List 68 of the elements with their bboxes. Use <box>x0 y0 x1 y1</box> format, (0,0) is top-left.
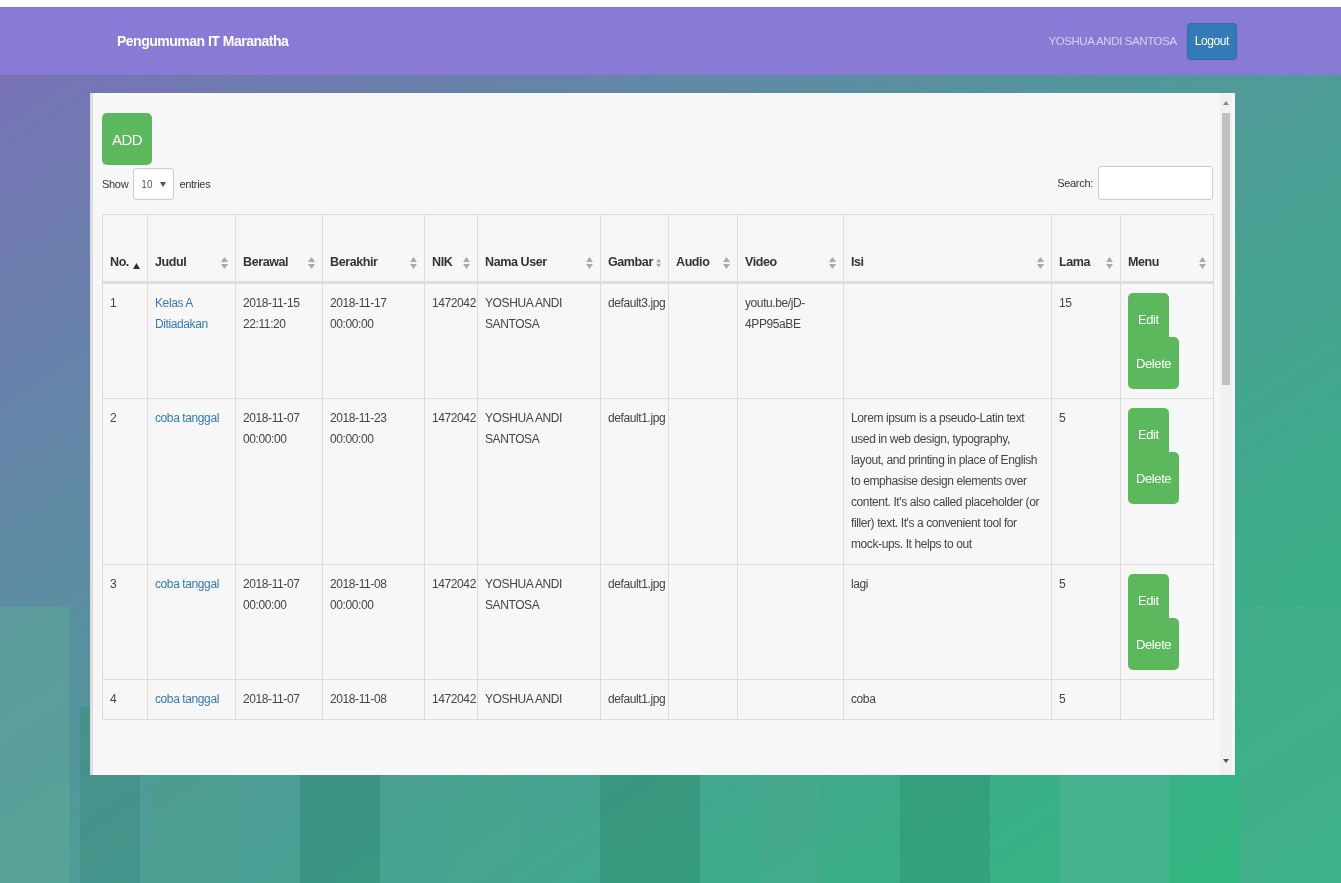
table-cell: 2018-11-07 <box>243 692 300 706</box>
sort-icon <box>586 257 593 269</box>
table-cell: 1472042 <box>432 411 476 425</box>
column-header[interactable]: Lama <box>1051 214 1121 283</box>
table-cell: 1472042 <box>432 577 476 591</box>
column-header[interactable]: NIK <box>424 214 478 283</box>
sort-icon <box>723 257 730 269</box>
table-cell: 2018-11-15 22:11:20 <box>243 296 300 331</box>
show-label: Show <box>102 178 129 190</box>
table-cell: 5 <box>1059 577 1066 591</box>
table-cell: 4 <box>110 692 117 706</box>
column-header[interactable]: Isi <box>843 214 1052 283</box>
column-header[interactable]: Berawal <box>235 214 323 283</box>
table-cell: 2018-11-07 00:00:00 <box>243 411 300 446</box>
column-header[interactable]: Gambar <box>600 214 669 283</box>
column-header[interactable]: Audio <box>668 214 738 283</box>
table-cell: YOSHUA ANDI SANTOSA <box>485 577 562 612</box>
table-cell: 2018-11-23 00:00:00 <box>330 411 387 446</box>
table-cell: 2018-11-08 00:00:00 <box>330 577 387 612</box>
table-cell: 2018-11-17 00:00:00 <box>330 296 387 331</box>
sort-icon <box>655 257 661 269</box>
table-cell: 5 <box>1059 411 1066 425</box>
table-cell: 5 <box>1059 692 1066 706</box>
table-cell: youtu.be/jD-4PP95aBE <box>745 296 805 331</box>
sort-icon <box>308 257 315 269</box>
column-header[interactable]: Menu <box>1120 214 1214 283</box>
sort-icon <box>221 257 228 269</box>
title-link[interactable]: coba tanggal <box>155 408 219 429</box>
caret-icon <box>160 181 167 187</box>
entries-label: entries <box>179 178 211 190</box>
table-cell: 15 <box>1059 296 1072 310</box>
sort-icon <box>1037 257 1044 269</box>
table-cell: default3.jpg <box>608 296 666 310</box>
sort-ascending-icon <box>133 263 140 269</box>
table-cell: 2018-11-08 <box>330 692 387 706</box>
column-header[interactable]: Nama User <box>477 214 601 283</box>
search-field[interactable] <box>1098 166 1213 200</box>
scrollbar[interactable] <box>1220 93 1232 775</box>
table-cell: 2018-11-07 00:00:00 <box>243 577 300 612</box>
logout-button[interactable]: Logout <box>1186 22 1237 60</box>
table-cell: 1472042 <box>432 692 476 706</box>
column-header[interactable]: Video <box>737 214 844 283</box>
search-label: Search: <box>1057 177 1093 189</box>
table-cell: 3 <box>110 577 117 591</box>
table-cell: default1.jpg <box>608 577 666 591</box>
entries-select[interactable]: 10 <box>133 168 175 200</box>
sort-icon <box>463 257 470 269</box>
table-cell: Lorem ipsum is a pseudo-Latin text used in web design, typography, layout, and printing in place of English to emphasise design elements over content. It's also called placeholder (or filler) text. It's a convenient tool for mock-ups. It helps to out <box>851 411 1039 551</box>
sort-icon <box>410 257 417 269</box>
table-cell: 1 <box>110 296 117 310</box>
column-header[interactable]: Judul <box>147 214 236 283</box>
table-cell: default1.jpg <box>608 411 666 425</box>
table-cell: YOSHUA ANDI SANTOSA <box>485 296 562 331</box>
table-cell: lagi <box>851 577 869 591</box>
column-header[interactable]: No. <box>102 214 148 283</box>
table-cell: 2 <box>110 411 117 425</box>
table-cell: coba <box>851 692 876 706</box>
table-cell: 1472042 <box>432 296 476 310</box>
table-cell: YOSHUA ANDI SANTOSA <box>485 411 562 446</box>
brand-title: Pengumuman IT Maranatha <box>117 33 290 49</box>
user-name: YOSHUA ANDI SANTOSA <box>1048 35 1177 47</box>
column-header[interactable]: Berakhir <box>322 214 425 283</box>
title-link[interactable]: coba tanggal <box>155 574 219 595</box>
table-cell: YOSHUA ANDI <box>485 692 562 706</box>
sort-icon <box>829 257 836 269</box>
table-cell: default1.jpg <box>608 692 666 706</box>
sort-icon <box>1199 257 1206 269</box>
sort-icon <box>1106 257 1113 269</box>
